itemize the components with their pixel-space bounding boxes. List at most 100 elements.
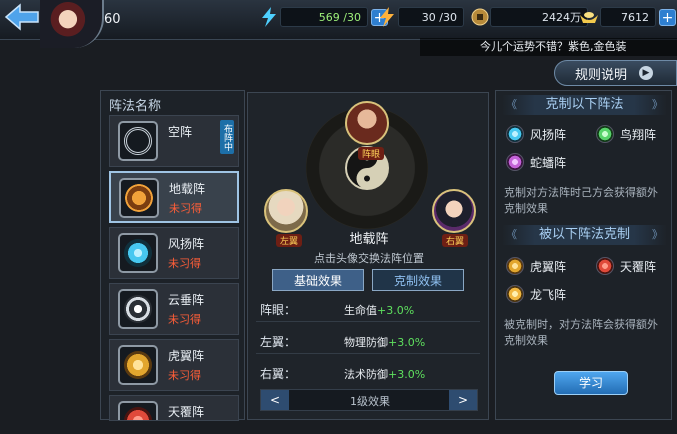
formation-emblem-icon	[596, 257, 614, 275]
energy-resource: 569 /30 +	[258, 6, 388, 28]
news-ticker: 今儿个运势不错？紫色,金色装	[420, 38, 677, 56]
stat-value: 生命值+3.0%	[344, 302, 414, 318]
formation-emblem-icon	[506, 153, 524, 171]
player-avatar[interactable]	[40, 0, 104, 48]
counter-formation-shepan[interactable]: 蛇蟠阵	[506, 151, 566, 173]
formation-item-yunchui[interactable]: 云垂阵 未习得	[109, 283, 239, 335]
formation-emblem-icon	[124, 351, 152, 379]
learn-button[interactable]: 学习	[554, 371, 628, 395]
countered-formation-tianfu[interactable]: 天覆阵	[596, 255, 656, 277]
formation-detail-panel: 阵眼 左翼 右翼 地载阵 点击头像交换法阵位置 基础效果 克制效果 阵眼： 生命…	[247, 92, 489, 420]
stamina-value: 30 /30	[398, 7, 464, 27]
formation-name: 天覆阵	[168, 405, 205, 419]
tab-counter-effect[interactable]: 克制效果	[372, 269, 464, 291]
formation-status: 未习得	[168, 369, 201, 382]
formation-status: 未习得	[169, 202, 202, 215]
energy-icon	[262, 7, 276, 27]
formation-icon	[118, 289, 158, 329]
formation-icon	[119, 178, 159, 218]
hero-right-avatar[interactable]	[432, 189, 476, 233]
counter-formation-niaoxiang[interactable]: 鸟翔阵	[596, 123, 656, 145]
rules-button[interactable]: 规则说明 ▶	[554, 60, 677, 86]
stat-row-front: 阵眼： 生命值+3.0%	[260, 299, 480, 321]
formation-emblem-icon	[506, 125, 524, 143]
formation-emblem-icon	[124, 127, 152, 155]
formation-list-title: 阵法名称	[109, 99, 162, 114]
gold-resource: 7612 +	[578, 6, 676, 28]
coin-resource: 2424万	[470, 6, 588, 28]
next-level-button[interactable]: >	[449, 390, 477, 410]
counter-formation-name: 蛇蟠阵	[530, 155, 567, 170]
formation-item-kong[interactable]: 空阵 布阵中	[109, 115, 239, 167]
stat-position: 右翼：	[260, 367, 297, 381]
formation-icon	[118, 233, 158, 273]
selected-formation-name: 地载阵	[349, 232, 389, 247]
formation-name: 风扬阵	[168, 237, 205, 251]
countered-formation-huyi[interactable]: 虎翼阵	[506, 255, 566, 277]
divider	[256, 321, 480, 322]
formation-icon	[118, 121, 158, 161]
counter-formation-name: 风扬阵	[530, 127, 567, 142]
stat-attr: 法术防御	[344, 368, 388, 381]
stat-position: 阵眼：	[260, 303, 297, 317]
chevron-right-icon: ▶	[639, 66, 654, 80]
stamina-resource: 30 /30	[376, 6, 464, 28]
counter-formation-fengyang[interactable]: 风扬阵	[506, 123, 566, 145]
countered-formation-longfei[interactable]: 龙飞阵	[506, 283, 566, 305]
formation-emblem-icon	[596, 125, 614, 143]
stat-value: 物理防御+3.0%	[344, 334, 425, 350]
countered-formation-name: 虎翼阵	[530, 259, 567, 274]
countered-heading: 被以下阵法克制	[502, 225, 667, 245]
formation-item-fengyang[interactable]: 风扬阵 未习得	[109, 227, 239, 279]
counters-description: 克制对方法阵时己方会获得额外克制效果	[504, 186, 658, 215]
stat-row-right: 右翼： 法术防御+3.0%	[260, 363, 480, 385]
stat-attr: 生命值	[344, 304, 377, 317]
hero-front-tag: 阵眼	[358, 147, 385, 160]
counter-info-panel: 克制以下阵法 风扬阵 鸟翔阵 蛇蟠阵 克制对方法阵时己方会获得额外克制效果 被以…	[495, 90, 672, 420]
formation-name: 空阵	[168, 125, 193, 139]
countered-formation-name: 天覆阵	[620, 259, 657, 274]
energy-value: 569 /30	[280, 7, 368, 27]
hero-left-avatar[interactable]	[264, 189, 308, 233]
add-gold-button[interactable]: +	[659, 8, 676, 26]
formation-name: 云垂阵	[168, 293, 205, 307]
formation-status: 未习得	[168, 257, 201, 270]
coin-value: 2424万	[490, 7, 588, 27]
formation-name: 虎翼阵	[168, 349, 205, 363]
player-level: 60	[104, 12, 121, 27]
hero-front-avatar[interactable]	[345, 101, 389, 145]
effect-level-pager: < 1级效果 >	[260, 389, 478, 411]
formation-emblem-icon	[125, 184, 153, 212]
stat-value: 法术防御+3.0%	[344, 366, 425, 382]
coin-icon	[471, 8, 489, 26]
formation-name: 地载阵	[169, 182, 206, 196]
countered-description: 被克制时，对方法阵会获得额外克制效果	[504, 318, 658, 347]
stat-bonus: +3.0%	[388, 368, 426, 381]
tab-basic-effect[interactable]: 基础效果	[272, 269, 364, 291]
formation-item-huyi[interactable]: 虎翼阵 未习得	[109, 339, 239, 391]
stamina-icon	[380, 7, 394, 27]
effect-level-label: 1级效果	[350, 395, 390, 408]
formation-emblem-icon	[506, 285, 524, 303]
formation-item-dizai[interactable]: 地载阵 未习得	[109, 171, 239, 223]
rules-label: 规则说明	[575, 67, 628, 83]
divider	[256, 353, 480, 354]
swap-hint: 点击头像交换法阵位置	[314, 252, 424, 265]
counter-formation-name: 鸟翔阵	[620, 127, 657, 142]
formation-emblem-icon	[506, 257, 524, 275]
formation-emblem-icon	[124, 407, 152, 420]
gold-value: 7612	[600, 7, 656, 27]
gold-ingot-icon	[580, 12, 598, 23]
stat-bonus: +3.0%	[388, 336, 426, 349]
stat-position: 左翼：	[260, 335, 297, 349]
formation-status: 未习得	[168, 313, 201, 326]
back-arrow-icon[interactable]	[2, 2, 42, 32]
formation-item-tianfu[interactable]: 天覆阵	[109, 395, 239, 421]
formation-icon	[118, 345, 158, 385]
formation-emblem-icon	[124, 239, 152, 267]
top-bar: 60 569 /30 + 30 /30 2424万 7612 +	[0, 0, 677, 48]
countered-formation-name: 龙飞阵	[530, 287, 567, 302]
formation-emblem-icon	[124, 295, 152, 323]
stat-bonus: +3.0%	[377, 304, 415, 317]
active-badge: 布阵中	[220, 120, 234, 154]
